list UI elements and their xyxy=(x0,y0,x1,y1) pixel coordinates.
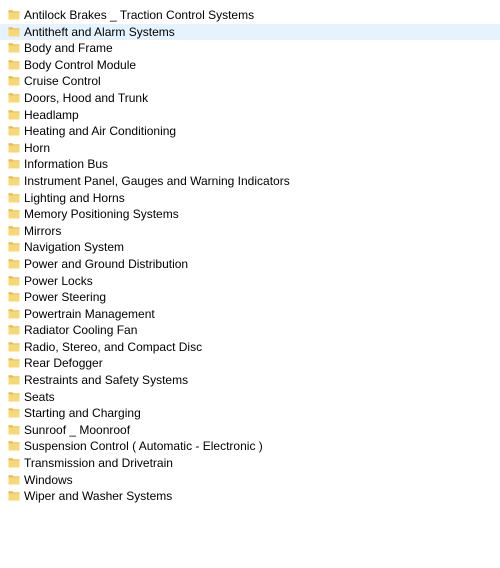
folder-icon xyxy=(8,59,20,70)
folder-label: Body Control Module xyxy=(24,57,137,72)
folder-item[interactable]: Information Bus xyxy=(0,156,500,173)
folder-label: Cruise Control xyxy=(24,74,101,89)
folder-icon xyxy=(8,26,20,37)
folder-item[interactable]: Radio, Stereo, and Compact Disc xyxy=(0,339,500,356)
folder-item[interactable]: Antitheft and Alarm Systems xyxy=(0,23,500,41)
folder-label: Body and Frame xyxy=(24,41,113,56)
folder-icon xyxy=(8,241,20,252)
folder-item[interactable]: Memory Positioning Systems xyxy=(0,206,500,223)
folder-icon xyxy=(8,324,20,335)
folder-icon xyxy=(8,75,20,86)
folder-icon xyxy=(8,109,20,120)
folder-label: Starting and Charging xyxy=(24,406,141,421)
folder-item[interactable]: Power and Ground Distribution xyxy=(0,256,500,273)
folder-item[interactable]: Power Locks xyxy=(0,273,500,290)
folder-item[interactable]: Starting and Charging xyxy=(0,405,500,422)
folder-icon xyxy=(8,374,20,385)
folder-icon xyxy=(8,308,20,319)
folder-list: Antilock Brakes _ Traction Control Syste… xyxy=(0,7,500,505)
folder-label: Sunroof _ Moonroof xyxy=(24,422,131,437)
folder-item[interactable]: Cruise Control xyxy=(0,73,500,90)
folder-item[interactable]: Sunroof _ Moonroof xyxy=(0,422,500,439)
folder-label: Horn xyxy=(24,140,51,155)
folder-icon xyxy=(8,457,20,468)
folder-icon xyxy=(8,208,20,219)
folder-item[interactable]: Seats xyxy=(0,389,500,406)
folder-item[interactable]: Suspension Control ( Automatic - Electro… xyxy=(0,438,500,455)
folder-item[interactable]: Headlamp xyxy=(0,107,500,124)
folder-label: Doors, Hood and Trunk xyxy=(24,90,149,105)
folder-item[interactable]: Mirrors xyxy=(0,223,500,240)
folder-icon xyxy=(8,341,20,352)
folder-icon xyxy=(8,407,20,418)
folder-label: Seats xyxy=(24,389,55,404)
folder-label: Antitheft and Alarm Systems xyxy=(24,24,175,39)
folder-icon xyxy=(8,9,20,20)
folder-icon xyxy=(8,490,20,501)
folder-label: Information Bus xyxy=(24,157,109,172)
folder-label: Power and Ground Distribution xyxy=(24,256,189,271)
folder-item[interactable]: Lighting and Horns xyxy=(0,190,500,207)
folder-label: Antilock Brakes _ Traction Control Syste… xyxy=(24,8,255,22)
folder-item[interactable]: Body Control Module xyxy=(0,57,500,74)
folder-label: Restraints and Safety Systems xyxy=(24,373,189,388)
folder-label: Radiator Cooling Fan xyxy=(24,323,138,338)
folder-icon xyxy=(8,474,20,485)
folder-icon xyxy=(8,424,20,435)
folder-item[interactable]: Wiper and Washer Systems xyxy=(0,488,500,505)
folder-icon xyxy=(8,357,20,368)
folder-item[interactable]: Restraints and Safety Systems xyxy=(0,372,500,389)
folder-item[interactable]: Heating and Air Conditioning xyxy=(0,123,500,140)
folder-icon xyxy=(8,391,20,402)
folder-item[interactable]: Radiator Cooling Fan xyxy=(0,322,500,339)
folder-item[interactable]: Doors, Hood and Trunk xyxy=(0,90,500,107)
folder-item[interactable]: Rear Defogger xyxy=(0,355,500,372)
folder-icon xyxy=(8,275,20,286)
folder-label: Rear Defogger xyxy=(24,356,103,371)
folder-label: Wiper and Washer Systems xyxy=(24,489,173,504)
folder-label: Heating and Air Conditioning xyxy=(24,124,177,139)
folder-item[interactable]: Powertrain Management xyxy=(0,306,500,323)
folder-item[interactable]: Horn xyxy=(0,140,500,157)
folder-item[interactable]: Power Steering xyxy=(0,289,500,306)
folder-label: Powertrain Management xyxy=(24,306,155,321)
folder-label: Headlamp xyxy=(24,107,79,122)
folder-label: Navigation System xyxy=(24,240,125,255)
folder-label: Mirrors xyxy=(24,223,62,238)
folder-icon xyxy=(8,192,20,203)
folder-icon xyxy=(8,125,20,136)
folder-icon xyxy=(8,42,20,53)
folder-icon xyxy=(8,142,20,153)
folder-item[interactable]: Body and Frame xyxy=(0,40,500,57)
folder-label: Power Steering xyxy=(24,290,107,305)
folder-icon xyxy=(8,291,20,302)
folder-item[interactable]: Navigation System xyxy=(0,239,500,256)
folder-icon xyxy=(8,158,20,169)
folder-item[interactable]: Transmission and Drivetrain xyxy=(0,455,500,472)
folder-item[interactable]: Instrument Panel, Gauges and Warning Ind… xyxy=(0,173,500,190)
folder-icon xyxy=(8,175,20,186)
folder-icon xyxy=(8,440,20,451)
folder-label: Instrument Panel, Gauges and Warning Ind… xyxy=(24,173,290,188)
folder-label: Windows xyxy=(24,472,73,487)
folder-icon xyxy=(8,92,20,103)
folder-icon xyxy=(8,258,20,269)
folder-icon xyxy=(8,225,20,236)
folder-label: Memory Positioning Systems xyxy=(24,207,179,222)
folder-label: Power Locks xyxy=(24,273,93,288)
folder-label: Suspension Control ( Automatic - Electro… xyxy=(24,439,263,454)
folder-label: Radio, Stereo, and Compact Disc xyxy=(24,339,203,354)
folder-item[interactable]: Windows xyxy=(0,472,500,489)
folder-label: Transmission and Drivetrain xyxy=(24,456,173,471)
folder-label: Lighting and Horns xyxy=(24,190,125,205)
folder-item[interactable]: Antilock Brakes _ Traction Control Syste… xyxy=(0,7,500,24)
